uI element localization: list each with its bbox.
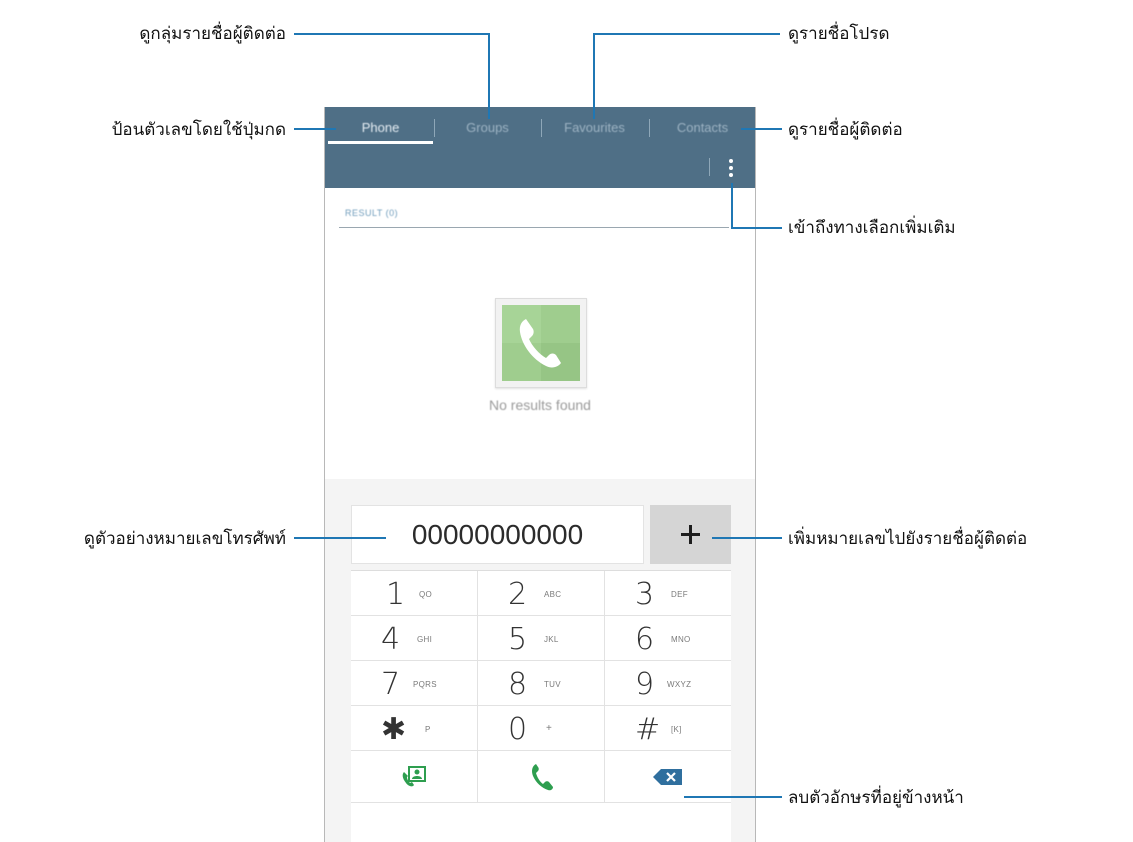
empty-state-image [495,298,587,388]
key-digit: 6 [635,622,655,657]
key-letters: ABC [544,590,562,599]
callout-line-favourites [593,33,595,119]
callout-line-more-options [731,183,733,229]
callout-groups: ดูกลุ่มรายชื่อผู้ติดต่อ [139,24,286,44]
key-letters: + [546,723,553,734]
call-button[interactable] [478,751,605,803]
key-digit: 5 [508,622,528,657]
voicemail-icon: QO [419,590,433,599]
key-digit: 9 [635,667,655,702]
key-digit: 8 [508,667,528,702]
key-hash[interactable]: # [K] [605,706,731,751]
key-digit: # [635,712,661,747]
key-letters: GHI [417,635,433,644]
key-7[interactable]: 7 PQRS [351,661,478,706]
key-digit: 1 [386,577,406,612]
callout-phone: ป้อนตัวเลขโดยใช้ปุ่มกด [111,120,286,140]
key-letters: TUV [544,680,561,689]
key-digit: 3 [635,577,655,612]
callout-line-add-contact [712,537,782,539]
callout-line-phone [294,128,336,130]
callout-more-options: เข้าถึงทางเลือกเพิ่มเติม [788,218,956,238]
callout-favourites: ดูรายชื่อโปรด [788,24,890,44]
callout-line-groups [488,33,490,119]
key-letters: MNO [671,635,691,644]
key-6[interactable]: 6 MNO [605,616,731,661]
key-letters: P [425,725,431,734]
result-count: RESULT (0) [345,208,399,218]
keypad: 1 QO 2 ABC 3 DEF 4 GHI 5 JKL 6 MNO 7 PQR… [351,570,731,842]
contacts-button[interactable] [351,751,478,803]
key-3[interactable]: 3 DEF [605,571,731,616]
backspace-icon [653,769,682,785]
key-letters: WXYZ [667,680,692,689]
key-digit: 4 [381,622,401,657]
call-icon [532,764,553,791]
tab-contacts[interactable]: Contacts [650,107,755,149]
key-8[interactable]: 8 TUV [478,661,605,706]
active-tab-indicator [328,141,433,144]
callout-line-favourites [593,33,780,35]
key-4[interactable]: 4 GHI [351,616,478,661]
key-letters: JKL [544,635,559,644]
key-letters: PQRS [413,680,437,689]
key-5[interactable]: 5 JKL [478,616,605,661]
callout-add-contact: เพิ่มหมายเลขไปยังรายชื่อผู้ติดต่อ [788,529,1028,549]
phone-screen: Phone Groups Favourites Contacts RESULT … [324,107,756,842]
key-0[interactable]: 0 + [478,706,605,751]
contacts-icon [402,766,426,787]
callout-line-backspace [684,796,782,798]
app-bar: Phone Groups Favourites Contacts [325,107,755,188]
callout-backspace: ลบตัวอักษรที่อยู่ข้างหน้า [788,788,964,808]
key-9[interactable]: 9 WXYZ [605,661,731,706]
key-letters: DEF [671,590,688,599]
key-digit: 2 [508,577,528,612]
callout-number-preview: ดูตัวอย่างหมายเลขโทรศัพท์ [83,529,286,549]
key-2[interactable]: 2 ABC [478,571,605,616]
key-digit: 7 [381,667,401,702]
tab-bar: Phone Groups Favourites Contacts [325,107,755,149]
no-results-text: No results found [489,397,591,413]
number-preview-field[interactable]: 00000000000 [351,505,644,564]
key-star[interactable]: ✱ P [351,706,478,751]
callout-line-contacts [741,128,782,130]
menu-divider [709,158,710,176]
callout-line-more-options [731,227,782,229]
overflow-menu-icon[interactable] [725,156,737,180]
callout-line-groups [294,33,490,35]
callout-contacts: ดูรายชื่อผู้ติดต่อ [788,120,903,140]
key-digit: 0 [508,712,528,747]
contact-phone-icon [502,305,580,381]
result-divider [339,227,729,228]
add-to-contacts-button[interactable] [650,505,731,564]
key-1[interactable]: 1 QO [351,571,478,616]
key-letters: [K] [671,725,682,734]
callout-line-number-preview [294,537,386,539]
key-digit: ✱ [381,712,407,747]
